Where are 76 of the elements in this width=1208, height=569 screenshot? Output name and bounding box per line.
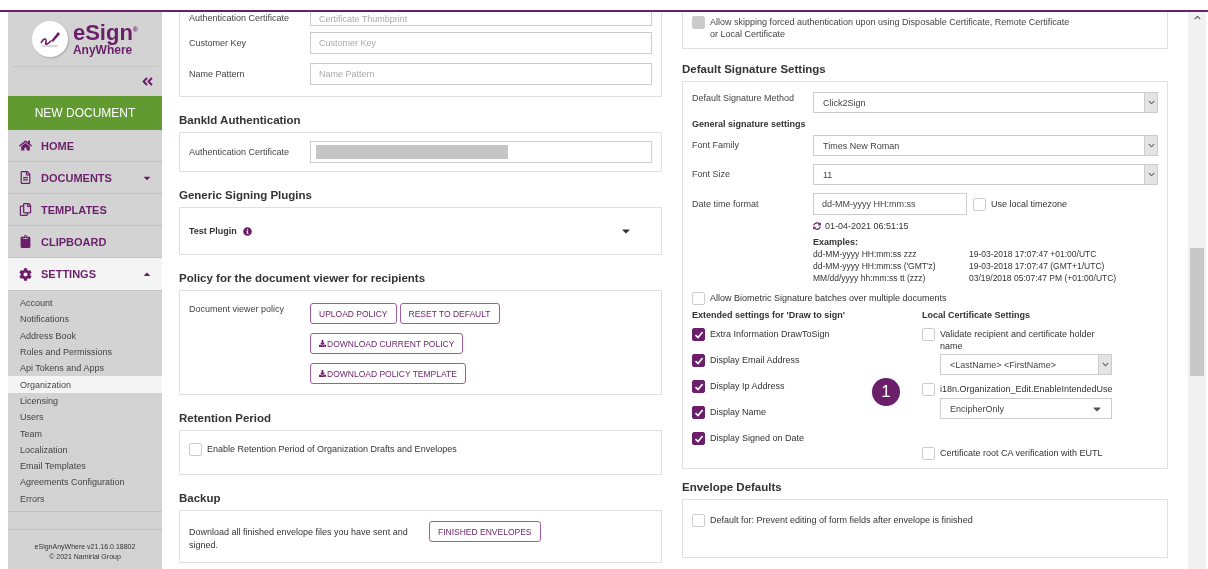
subheading: Extended settings for 'Draw to sign' <box>692 310 846 320</box>
settings-menu-item[interactable]: Account <box>8 295 162 312</box>
settings-menu-item[interactable]: Address Book <box>8 327 162 344</box>
checkbox-label: Display Name <box>710 406 767 418</box>
date-preview: 01-04-2021 06:51:15 <box>825 220 909 232</box>
field-label: Document viewer policy <box>189 303 286 316</box>
select-field[interactable]: Click2Sign <box>813 92 1158 113</box>
checkbox-label: Display Email Address <box>710 354 800 366</box>
format-example: MM/dd/yyyy hh:mm:ss tt (zzz) <box>813 272 927 284</box>
subheading: Local Certificate Settings <box>922 310 1032 320</box>
checkbox-label: Extra Information DrawToSign <box>710 328 830 340</box>
backup-text: Download all finished envelope files you have sent and signed. <box>189 526 409 552</box>
checkbox-label: Default for: Prevent editing of form fields after envelope is finished <box>710 514 973 526</box>
nav-item[interactable]: DOCUMENTS <box>8 162 162 194</box>
input-field[interactable]: Customer Key <box>310 32 652 54</box>
logo-title: eSign$^{®}$ <box>72 22 139 44</box>
callout-badge: 1 <box>872 378 900 406</box>
finished-envelopes-button[interactable]: FINISHED ENVELOPES <box>429 521 541 542</box>
checkbox-label: Display Signed on Date <box>710 432 805 444</box>
checkbox-label: i18n.Organization_Edit.EnableIntendedUse <box>940 383 1113 395</box>
settings-menu-item[interactable]: Licensing <box>8 392 162 410</box>
checkbox-label: Enable Retention Period of Organization Drafts and Envelopes <box>207 443 457 455</box>
policy-button[interactable]: UPLOAD POLICY <box>310 303 397 324</box>
download-button[interactable]: DOWNLOAD CURRENT POLICY <box>310 333 464 354</box>
checkbox-label: Validate recipient and certificate holder name <box>940 328 1096 352</box>
checkbox-label: Certificate root CA verification with EUTL <box>940 447 1103 459</box>
field-label: Name Pattern <box>189 67 246 81</box>
section-heading: Envelope Defaults <box>682 481 782 493</box>
format-example: dd-MM-yyyy HH:mm:ss ('GMT'z) <box>813 260 937 272</box>
settings-menu-item[interactable]: Organization <box>8 376 162 393</box>
settings-menu-item[interactable]: Notifications <box>8 311 162 328</box>
format-result: 03/19/2018 05:07:47 PM (+01:00/UTC) <box>969 272 1118 284</box>
format-result: 19-03-2018 17:07:47 +01:00/UTC <box>969 248 1098 260</box>
settings-menu-item[interactable]: Localization <box>8 441 162 458</box>
nav-item[interactable]: TEMPLATES <box>8 194 162 226</box>
input-field[interactable]: dd-MM-yyyy HH:mm:ss <box>813 193 967 215</box>
field-label: Font Size <box>692 168 732 181</box>
checkbox-label: Use local timezone <box>991 197 1068 210</box>
settings-menu-item[interactable]: Roles and Permissions <box>8 343 162 361</box>
input-field[interactable]: Name Pattern <box>310 63 652 85</box>
format-example: dd-MM-yyyy HH:mm:ss zzz <box>813 248 918 260</box>
plugin-name: Test Plugin <box>189 226 237 236</box>
section-heading: Policy for the document viewer for recipients <box>179 272 426 284</box>
policy-button[interactable]: RESET TO DEFAULT <box>399 303 500 324</box>
checkbox-label: Display Ip Address <box>710 380 785 392</box>
checkbox-label: Allow skipping forced authentication upon using Disposable Certificate, Remote Certificate or Local Certificate <box>710 16 1071 40</box>
section-heading: Default Signature Settings <box>682 63 826 75</box>
settings-menu-item[interactable]: Api Tokens and Apps <box>8 360 162 377</box>
select-field[interactable]: EncipherOnly <box>940 398 1112 419</box>
settings-menu-item[interactable]: Agreements Configuration <box>8 474 162 491</box>
nav-item[interactable]: HOME <box>8 130 162 162</box>
section-heading: Backup <box>179 492 221 504</box>
field-label: Date time format <box>692 197 760 211</box>
checkbox-label: Allow Biometric Signature batches over multiple documents <box>710 292 947 304</box>
select-field[interactable]: Times New Roman <box>813 135 1158 156</box>
field-label: Authentication Certificate <box>189 12 291 25</box>
select-field[interactable]: <LastName> <FirstName> <box>940 354 1112 375</box>
subheading: General signature settings <box>692 119 807 129</box>
field-label: Default Signature Method <box>692 92 796 105</box>
section-heading: Retention Period <box>179 412 271 424</box>
input-field[interactable]: Certificate Thumbprint <box>310 12 652 26</box>
download-button[interactable]: DOWNLOAD POLICY TEMPLATE <box>310 363 466 384</box>
settings-menu-item[interactable]: Team <box>8 425 162 442</box>
section-heading: Generic Signing Plugins <box>179 189 312 201</box>
settings-menu-item[interactable]: Email Templates <box>8 457 162 475</box>
logo-subtitle: AnyWhere <box>72 44 133 56</box>
section-heading: BankId Authentication <box>179 114 301 126</box>
select-field[interactable]: 11 <box>813 164 1158 185</box>
examples-heading: Examples: <box>813 236 860 248</box>
field-label: Customer Key <box>189 36 248 50</box>
field-label: Font Family <box>692 139 740 152</box>
format-result: 19-03-2018 17:07:47 (GMT+1/UTC) <box>969 260 1106 272</box>
nav-item[interactable]: SETTINGS <box>8 258 162 291</box>
field-label: Authentication Certificate <box>189 145 291 159</box>
settings-menu-item[interactable]: Errors <box>8 490 162 507</box>
settings-menu-item[interactable]: Users <box>8 409 162 426</box>
